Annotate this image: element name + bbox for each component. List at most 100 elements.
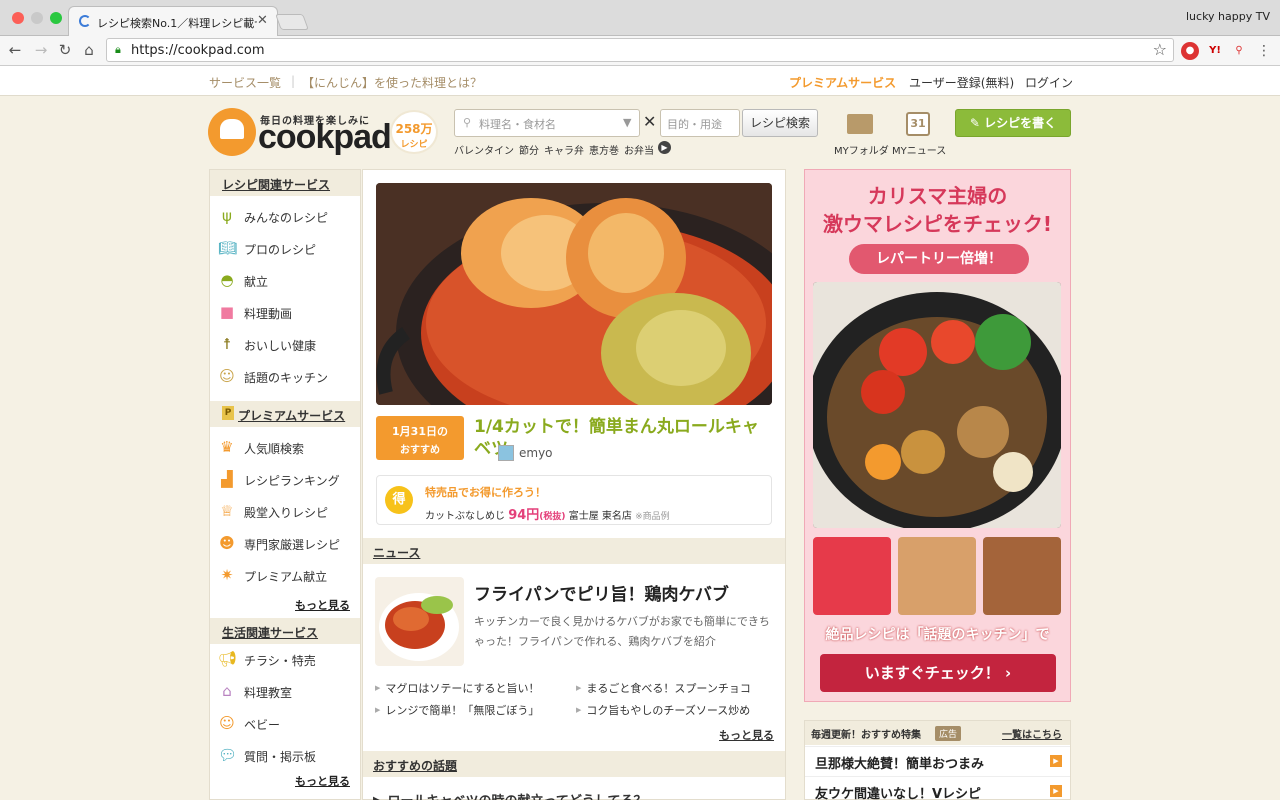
- forward-icon[interactable]: →: [32, 41, 50, 59]
- mynews-link[interactable]: MYニュース: [892, 142, 946, 157]
- sidebar-item-video[interactable]: ■ 料理動画: [210, 297, 360, 327]
- sidebar-item-class[interactable]: ⌂ 料理教室: [210, 676, 360, 706]
- menu-icon[interactable]: ⋮: [1255, 42, 1273, 60]
- sidebar-item-minna[interactable]: ψ みんなのレシピ: [210, 201, 360, 231]
- bookmark-star-icon[interactable]: ☆: [1153, 40, 1167, 59]
- ad-caption: 絶品レシピは「話題のキッチン」で: [825, 627, 1050, 643]
- news-description: キッチンカーで良く見かけるケバブがお家でも簡単にできちゃった！フライパンで作れる…: [474, 615, 770, 648]
- reload-icon[interactable]: ↻: [56, 41, 74, 59]
- keyword-link[interactable]: お弁当: [624, 146, 654, 157]
- purpose-search-input[interactable]: 目的・用途: [660, 109, 740, 137]
- topics-heading[interactable]: おすすめの話題: [373, 757, 457, 774]
- login-link[interactable]: ログイン: [1025, 74, 1073, 91]
- news-title[interactable]: フライパンでピリ旨！鶏肉ケバブ: [474, 580, 729, 605]
- address-bar[interactable]: 🔒︎ https://cookpad.com ☆: [106, 38, 1174, 62]
- sidebar-item-kondate[interactable]: ◓ 献立: [210, 265, 360, 295]
- sidebar-item-qa[interactable]: 💬︎ 質問・掲示板: [210, 740, 360, 770]
- feature-item-label: 友ウケ間違いなし！Vレシピ: [815, 787, 982, 800]
- section-title[interactable]: レシピ関連サービス: [222, 176, 330, 193]
- sale-store: 富士屋 東名店: [568, 511, 632, 522]
- register-link[interactable]: ユーザー登録(無料): [909, 74, 1014, 91]
- feature-item-label: 旦那様大絶賛！簡単おつまみ: [815, 757, 985, 772]
- sidebar-item-premium-kondate[interactable]: ✷ プレミアム献立: [210, 560, 360, 590]
- video-icon: ■: [219, 303, 235, 321]
- sidebar-item-label: 人気順検索: [244, 442, 305, 456]
- date-badge: 1月31日の おすすめ: [376, 416, 464, 460]
- lock-icon: 🔒︎: [115, 43, 121, 56]
- feature-item[interactable]: 旦那様大絶賛！簡単おつまみ ▶: [805, 746, 1070, 774]
- sidebar-item-ranking[interactable]: ▟ レシピランキング: [210, 464, 360, 494]
- news-thumbnail[interactable]: [375, 577, 464, 666]
- home-icon[interactable]: ⌂: [80, 41, 98, 59]
- sidebar-item-expert[interactable]: ☻ 専門家厳選レシピ: [210, 528, 360, 558]
- close-tab-icon[interactable]: ✕: [257, 13, 268, 28]
- left-sidebar: レシピ関連サービス ψ みんなのレシピ 📖︎ プロのレシピ ◓ 献立 ■ 料理動画 ☨ お…: [209, 169, 361, 800]
- sidebar-item-label: レシピランキング: [244, 474, 340, 488]
- sidebar-item-label: ベビー: [244, 718, 281, 732]
- minimize-window-button[interactable]: [31, 12, 43, 24]
- sidebar-item-label: チラシ・特売: [244, 654, 316, 668]
- news-link[interactable]: マグロはソテーにすると旨い！: [375, 680, 539, 696]
- keyword-link[interactable]: 節分: [519, 146, 539, 157]
- yahoo-icon[interactable]: Y!: [1206, 42, 1224, 60]
- more-link[interactable]: もっと見る: [295, 773, 350, 789]
- arrow-right-icon: ▶: [1050, 755, 1062, 767]
- author-avatar[interactable]: [498, 445, 514, 461]
- sidebar-item-label: 献立: [244, 275, 269, 289]
- ad-check-button[interactable]: いますぐチェック！ ›: [820, 654, 1056, 692]
- services-link[interactable]: サービス一覧: [209, 74, 281, 91]
- maximize-window-button[interactable]: [50, 12, 62, 24]
- feature-item[interactable]: 友ウケ間違いなし！Vレシピ ▶: [805, 776, 1070, 800]
- new-tab-button[interactable]: [275, 14, 309, 30]
- sidebar-item-pro[interactable]: 📖︎ プロのレシピ: [210, 233, 360, 263]
- extension-red-icon[interactable]: ●: [1181, 42, 1199, 60]
- featured-recipe-photo[interactable]: [376, 183, 772, 405]
- author-name[interactable]: emyo: [519, 446, 553, 460]
- sidebar-item-baby[interactable]: ☺ ベビー: [210, 708, 360, 738]
- browser-tab[interactable]: レシピ検索No.1／料理レシピ載せ ✕: [68, 6, 278, 36]
- carrot-link[interactable]: 【にんじん】を使った料理とは？: [302, 74, 482, 91]
- folder-icon[interactable]: [847, 114, 873, 134]
- myfolder-link[interactable]: MYフォルダ: [834, 142, 889, 157]
- sidebar-item-flyer[interactable]: 📢︎ チラシ・特売: [210, 644, 360, 674]
- expert-face-icon: ☻: [219, 534, 235, 552]
- calendar-icon[interactable]: 31: [906, 112, 930, 136]
- dropdown-caret-icon[interactable]: ▼: [623, 116, 631, 129]
- sidebar-item-popular[interactable]: ♛ 人気順検索: [210, 432, 360, 462]
- search-extension-icon[interactable]: ⚲: [1230, 42, 1248, 60]
- news-link[interactable]: コク旨もやしのチーズソース炒め: [576, 702, 750, 718]
- logo-wordmark[interactable]: cookpad: [258, 118, 392, 157]
- chevron-right-icon[interactable]: ▶: [658, 141, 671, 154]
- keyword-link[interactable]: 恵方巻: [589, 146, 619, 157]
- news-link[interactable]: まるごと食べる！スプーンチョコ: [576, 680, 750, 696]
- sale-tax: (税抜): [539, 512, 566, 522]
- sidebar-item-hall-of-fame[interactable]: ♕ 殿堂入りレシピ: [210, 496, 360, 526]
- sidebar-section-header: レシピ関連サービス: [210, 170, 360, 196]
- topic-link[interactable]: ▶ ロールキャベツの時の献立ってどうしてる？: [373, 790, 646, 800]
- premium-link[interactable]: プレミアムサービス: [789, 74, 896, 91]
- section-title[interactable]: プレミアムサービス: [238, 407, 345, 424]
- news-link[interactable]: レンジで簡単！「無限ごぼう」: [375, 702, 539, 718]
- ad-banner[interactable]: カリスマ主婦の 激ウマレシピをチェック! レパートリー倍増！ 絶品レシピは「話題…: [804, 169, 1071, 702]
- back-icon[interactable]: ←: [6, 41, 24, 59]
- ad-main-photo: [813, 282, 1061, 528]
- dish-search-input[interactable]: ⚲ 料理名・食材名 ▼: [454, 109, 640, 137]
- news-more-link[interactable]: もっと見る: [719, 727, 774, 743]
- sale-box[interactable]: 得 特売品でお得に作ろう！ カットぶなしめじ 94円(税抜) 富士屋 東名店 ※…: [376, 475, 772, 525]
- crown-icon: ♛: [220, 438, 234, 456]
- pencil-icon: ✎: [969, 116, 985, 130]
- write-recipe-button[interactable]: ✎ レシピを書く: [955, 109, 1071, 137]
- profile-name[interactable]: lucky happy TV: [1186, 10, 1270, 23]
- keyword-link[interactable]: キャラ弁: [544, 146, 584, 157]
- close-window-button[interactable]: [12, 12, 24, 24]
- feature-all-link[interactable]: 一覧はこちら: [1002, 726, 1062, 741]
- sale-note: ※商品例: [635, 512, 670, 522]
- keyword-link[interactable]: バレンタイン: [454, 146, 514, 157]
- section-title[interactable]: 生活関連サービス: [222, 624, 318, 641]
- sidebar-item-kitchen[interactable]: ☺ 話題のキッチン: [210, 361, 360, 391]
- more-link[interactable]: もっと見る: [295, 597, 350, 613]
- recipe-search-button[interactable]: レシピ検索: [742, 109, 818, 137]
- news-heading[interactable]: ニュース: [373, 544, 420, 561]
- ad-thumb-meat: [898, 537, 976, 615]
- sidebar-item-health[interactable]: ☨ おいしい健康: [210, 329, 360, 359]
